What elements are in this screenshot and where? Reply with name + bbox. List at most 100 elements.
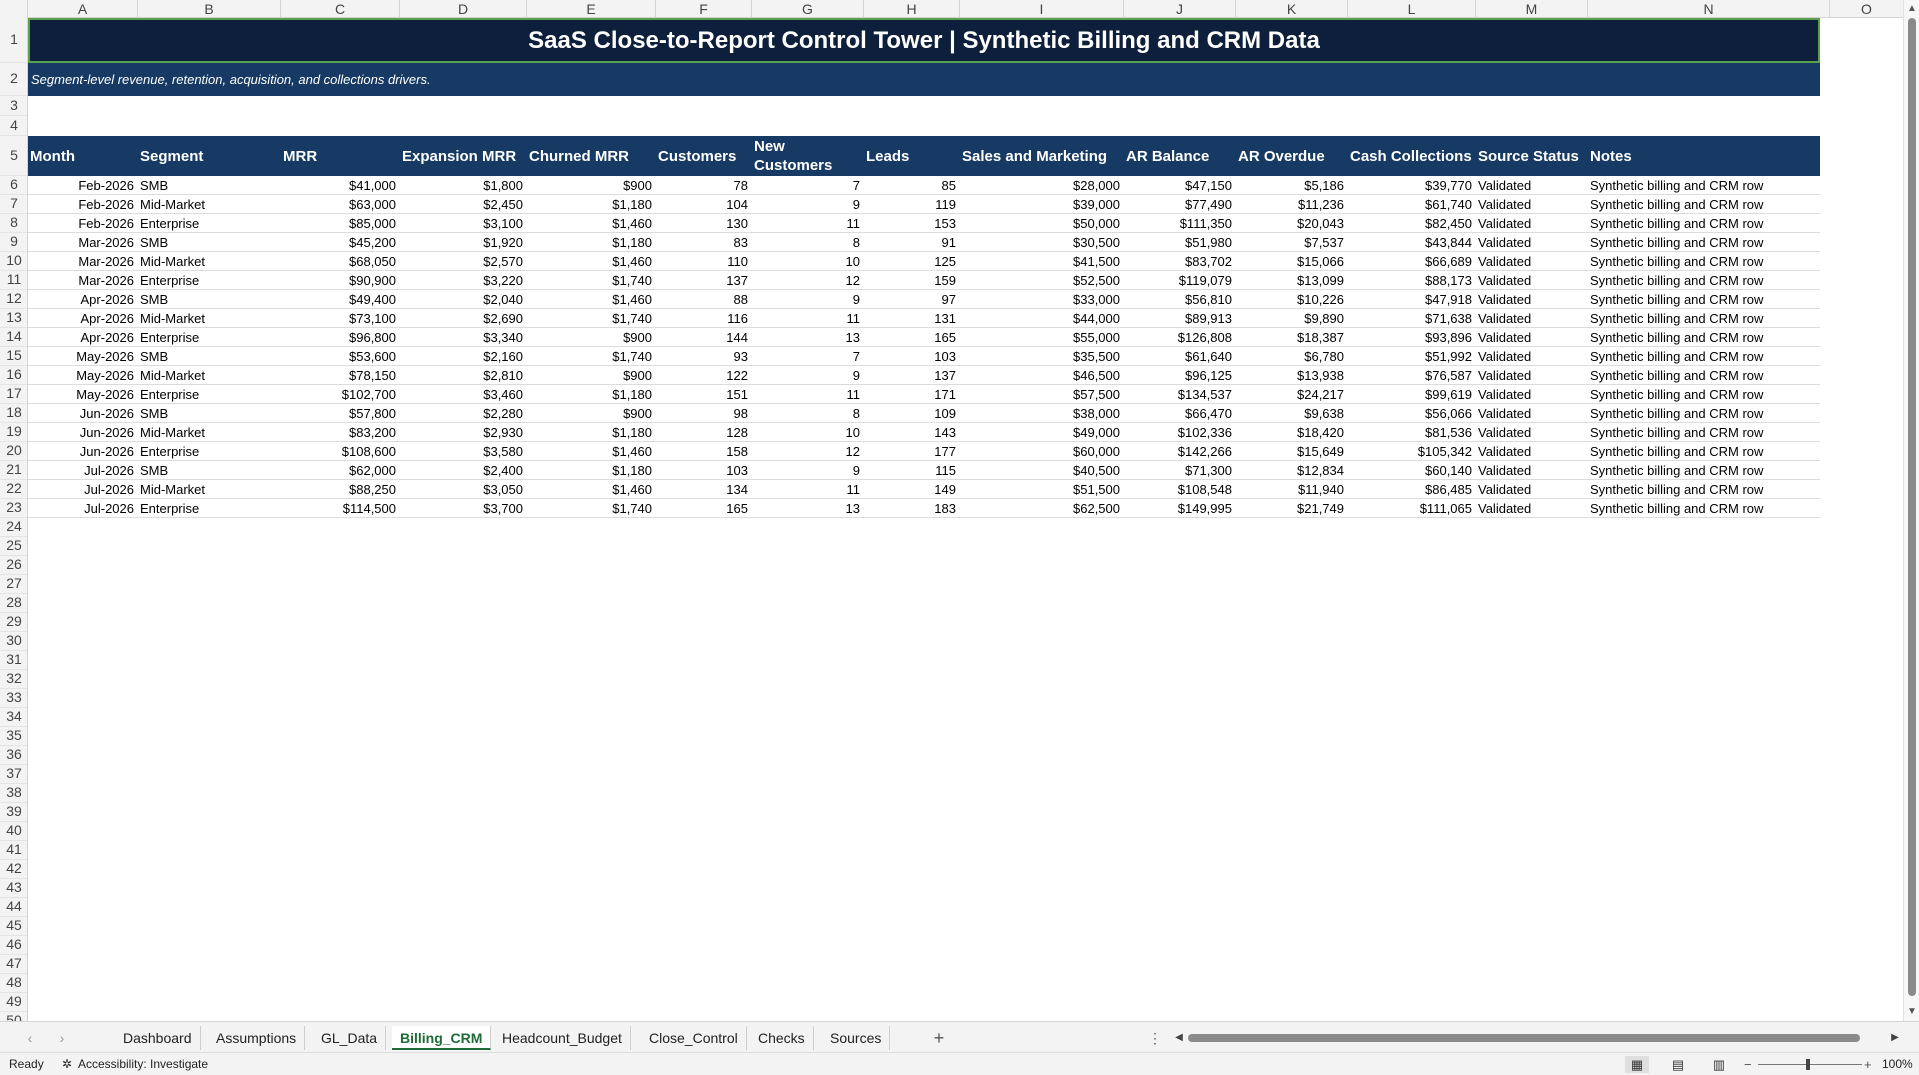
row-header-20[interactable]: 20 — [0, 442, 27, 461]
table-cell[interactable]: $3,580 — [400, 442, 527, 461]
table-cell[interactable]: 78 — [656, 176, 752, 195]
tab-headcount-budget[interactable]: Headcount_Budget — [494, 1026, 631, 1050]
table-cell[interactable]: 83 — [656, 233, 752, 252]
table-cell[interactable]: $1,180 — [527, 233, 656, 252]
header-cell[interactable]: New Customers — [752, 136, 864, 176]
table-cell[interactable]: 11 — [752, 214, 864, 233]
tab-dashboard[interactable]: Dashboard — [115, 1026, 201, 1050]
row-header-21[interactable]: 21 — [0, 461, 27, 480]
table-cell[interactable]: $61,740 — [1348, 195, 1476, 214]
table-cell[interactable]: 165 — [656, 499, 752, 518]
table-cell[interactable]: $52,500 — [960, 271, 1124, 290]
table-cell[interactable]: Validated — [1476, 290, 1588, 309]
page-layout-view-icon[interactable]: ▤ — [1666, 1056, 1690, 1073]
table-cell[interactable]: $3,220 — [400, 271, 527, 290]
table-cell[interactable]: $51,992 — [1348, 347, 1476, 366]
table-cell[interactable]: $900 — [527, 176, 656, 195]
table-cell[interactable]: $51,980 — [1124, 233, 1236, 252]
table-cell[interactable]: $85,000 — [281, 214, 400, 233]
table-cell[interactable]: Synthetic billing and CRM row — [1588, 309, 1830, 328]
table-cell[interactable]: Enterprise — [138, 271, 281, 290]
row-header-14[interactable]: 14 — [0, 328, 27, 347]
row-header-41[interactable]: 41 — [0, 841, 27, 860]
row-header-39[interactable]: 39 — [0, 803, 27, 822]
table-cell[interactable]: 10 — [752, 423, 864, 442]
row-header-22[interactable]: 22 — [0, 480, 27, 499]
table-cell[interactable]: $47,918 — [1348, 290, 1476, 309]
table-cell[interactable]: $66,470 — [1124, 404, 1236, 423]
table-cell[interactable]: 109 — [864, 404, 960, 423]
table-cell[interactable]: Synthetic billing and CRM row — [1588, 271, 1830, 290]
table-cell[interactable]: Enterprise — [138, 442, 281, 461]
table-cell[interactable]: Mid-Market — [138, 423, 281, 442]
table-cell[interactable]: $46,500 — [960, 366, 1124, 385]
table-cell[interactable]: 125 — [864, 252, 960, 271]
table-cell[interactable]: May-2026 — [28, 347, 138, 366]
zoom-slider[interactable]: − + — [1740, 1053, 1880, 1075]
table-cell[interactable]: $111,350 — [1124, 214, 1236, 233]
table-cell[interactable]: $2,930 — [400, 423, 527, 442]
table-cell[interactable]: Synthetic billing and CRM row — [1588, 233, 1830, 252]
zoom-out-icon[interactable]: − — [1744, 1053, 1752, 1075]
table-cell[interactable]: Synthetic billing and CRM row — [1588, 480, 1830, 499]
table-cell[interactable]: SMB — [138, 347, 281, 366]
table-cell[interactable]: Validated — [1476, 195, 1588, 214]
table-cell[interactable]: $82,450 — [1348, 214, 1476, 233]
column-header-n[interactable]: N — [1588, 0, 1830, 18]
table-cell[interactable]: $61,640 — [1124, 347, 1236, 366]
row-header-19[interactable]: 19 — [0, 423, 27, 442]
table-cell[interactable]: $1,460 — [527, 214, 656, 233]
table-cell[interactable]: $20,043 — [1236, 214, 1348, 233]
table-cell[interactable]: $49,400 — [281, 290, 400, 309]
table-cell[interactable]: $111,065 — [1348, 499, 1476, 518]
tab-sources[interactable]: Sources — [822, 1026, 891, 1050]
row-header-47[interactable]: 47 — [0, 955, 27, 974]
table-cell[interactable]: $77,490 — [1124, 195, 1236, 214]
table-cell[interactable]: $11,940 — [1236, 480, 1348, 499]
table-cell[interactable]: $86,485 — [1348, 480, 1476, 499]
table-cell[interactable]: $93,896 — [1348, 328, 1476, 347]
table-cell[interactable]: Mid-Market — [138, 252, 281, 271]
table-cell[interactable]: $134,537 — [1124, 385, 1236, 404]
row-header-18[interactable]: 18 — [0, 404, 27, 423]
zoom-knob[interactable] — [1806, 1059, 1810, 1070]
tab-billing-crm[interactable]: Billing_CRM — [392, 1026, 492, 1050]
column-header-a[interactable]: A — [28, 0, 138, 18]
table-cell[interactable]: 13 — [752, 499, 864, 518]
table-cell[interactable]: 144 — [656, 328, 752, 347]
row-header-11[interactable]: 11 — [0, 271, 27, 290]
row-header-36[interactable]: 36 — [0, 746, 27, 765]
table-cell[interactable]: $30,500 — [960, 233, 1124, 252]
table-cell[interactable]: $47,150 — [1124, 176, 1236, 195]
table-cell[interactable]: $7,537 — [1236, 233, 1348, 252]
table-cell[interactable]: Mid-Market — [138, 366, 281, 385]
table-cell[interactable]: $2,810 — [400, 366, 527, 385]
table-cell[interactable]: 103 — [656, 461, 752, 480]
row-header-40[interactable]: 40 — [0, 822, 27, 841]
row-header-50[interactable]: 50 — [0, 1012, 27, 1021]
table-cell[interactable]: 165 — [864, 328, 960, 347]
table-cell[interactable]: $3,100 — [400, 214, 527, 233]
table-cell[interactable]: Jun-2026 — [28, 404, 138, 423]
table-cell[interactable]: $102,336 — [1124, 423, 1236, 442]
table-cell[interactable]: $89,913 — [1124, 309, 1236, 328]
column-header-j[interactable]: J — [1124, 0, 1236, 18]
table-cell[interactable]: Validated — [1476, 385, 1588, 404]
vertical-scrollbar[interactable]: ▲ ▼ — [1903, 0, 1919, 1021]
table-cell[interactable]: $83,200 — [281, 423, 400, 442]
table-cell[interactable]: $96,800 — [281, 328, 400, 347]
table-cell[interactable]: $3,700 — [400, 499, 527, 518]
table-cell[interactable]: $1,180 — [527, 385, 656, 404]
table-cell[interactable]: Synthetic billing and CRM row — [1588, 404, 1830, 423]
table-cell[interactable]: 9 — [752, 461, 864, 480]
table-cell[interactable]: Validated — [1476, 347, 1588, 366]
table-cell[interactable]: $18,387 — [1236, 328, 1348, 347]
table-cell[interactable]: 137 — [864, 366, 960, 385]
table-cell[interactable]: $1,740 — [527, 309, 656, 328]
table-cell[interactable]: 12 — [752, 271, 864, 290]
table-cell[interactable]: $13,099 — [1236, 271, 1348, 290]
table-cell[interactable]: $3,460 — [400, 385, 527, 404]
table-cell[interactable]: $21,749 — [1236, 499, 1348, 518]
table-cell[interactable]: $38,000 — [960, 404, 1124, 423]
table-cell[interactable]: 149 — [864, 480, 960, 499]
